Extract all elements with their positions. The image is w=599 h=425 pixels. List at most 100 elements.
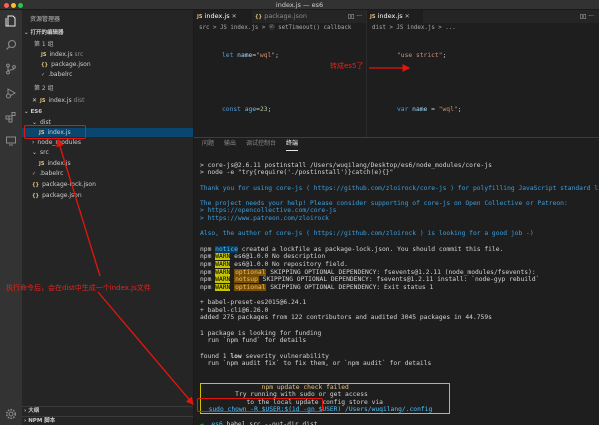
open-editor-item[interactable]: {} package.json xyxy=(22,60,193,69)
annotation-command-text: 执行命令后，会在dist中生成一个index.js文件 xyxy=(6,284,151,292)
tab-dist-index-js[interactable]: JS index.js ✕ xyxy=(367,10,423,23)
close-icon[interactable]: ✕ xyxy=(405,13,410,20)
outline-section[interactable]: › 大纲 xyxy=(22,406,193,415)
file-name: package.json xyxy=(51,61,91,68)
annotation-box-command xyxy=(197,398,323,412)
tab-problems[interactable]: 问题 xyxy=(202,138,214,150)
terminal-line: run `npm fund` for details xyxy=(200,337,307,345)
chevron-right-icon: › xyxy=(24,408,27,414)
breadcrumb[interactable]: dist > JS index.js > ... xyxy=(367,23,599,33)
terminal-line: + babel-cli@6.26.0 xyxy=(200,306,269,314)
editor-tabs: JS index.js ✕ {} package.json ▯▯ ··· xyxy=(194,10,366,23)
file-name: index.js xyxy=(48,97,72,104)
terminal-line: Also, the author of core-js ( https://gi… xyxy=(200,230,534,238)
terminal-output[interactable]: > core-js@2.6.11 postinstall /Users/wuqi… xyxy=(200,154,599,425)
search-icon[interactable] xyxy=(4,38,18,52)
activity-bar xyxy=(0,10,22,425)
split-editor-icon[interactable]: ▯▯ ··· xyxy=(580,13,594,20)
json-file-icon: {} xyxy=(41,62,49,68)
code-line: const age=23; xyxy=(222,106,272,113)
tab-package-json[interactable]: {} package.json xyxy=(252,10,318,23)
extensions-icon[interactable] xyxy=(4,110,18,124)
babel-file-icon: ✓ xyxy=(32,171,37,177)
file-name: package-lock.json xyxy=(42,181,96,188)
editor-group-label: 第 2 组 xyxy=(34,85,54,92)
open-editors-label: 打开的编辑器 xyxy=(30,30,64,36)
tree-file[interactable]: {} package-lock.json xyxy=(22,180,193,189)
terminal-line: → es6 babel src --out-dir dist xyxy=(200,421,318,425)
file-name: .babelrc xyxy=(39,170,64,177)
terminal-line: added 275 packages from 122 contributors… xyxy=(200,314,492,322)
terminal-line: run `npm audit fix` to fix them, or `npm… xyxy=(200,360,432,368)
chevron-down-icon: ⌄ xyxy=(24,30,29,36)
window-title: index.js — es6 xyxy=(275,1,324,9)
terminal-line: + babel-preset-es2015@6.24.1 xyxy=(200,299,307,307)
run-debug-icon[interactable] xyxy=(4,86,18,100)
tree-file[interactable]: JS index.js xyxy=(22,159,193,168)
folder-name: node_modules xyxy=(37,139,81,146)
json-file-icon: {} xyxy=(32,193,40,199)
tree-folder[interactable]: › node_modules xyxy=(22,138,193,147)
tab-output[interactable]: 输出 xyxy=(224,138,236,150)
tab-label: index.js xyxy=(204,12,230,20)
code-line: var name = "wql"; xyxy=(397,106,462,113)
panel-tabs: 问题 输出 调试控制台 终端 xyxy=(194,138,599,151)
close-icon[interactable]: ✕ xyxy=(32,97,37,104)
terminal-line: > core-js@2.6.11 postinstall /Users/wuqi… xyxy=(200,161,492,169)
tab-debug-console[interactable]: 调试控制台 xyxy=(246,138,276,150)
explorer-sidebar: 资源管理器 ⌄ 打开的编辑器 第 1 组 JS index.js src {} pa… xyxy=(22,10,194,425)
open-editor-item[interactable]: ✕ JS index.js dist xyxy=(22,96,193,105)
tree-file[interactable]: {} package.json xyxy=(22,191,193,200)
terminal-line: npm update check failed xyxy=(200,383,450,391)
editor-right: JS index.js ✕ ▯▯ ··· dist > JS index.js … xyxy=(366,10,599,302)
tree-folder[interactable]: ⌄ src xyxy=(22,148,193,157)
npm-scripts-section[interactable]: › NPM 脚本 xyxy=(22,416,193,425)
close-icon[interactable]: ✕ xyxy=(232,13,237,20)
split-editor-icon[interactable]: ▯▯ ··· xyxy=(348,13,362,20)
chevron-right-icon: › xyxy=(32,139,35,146)
tab-terminal[interactable]: 终端 xyxy=(286,138,299,151)
breadcrumb[interactable]: src > JS index.js > ⓜ setTimeout() callb… xyxy=(194,23,366,33)
annotation-box-dist-file xyxy=(24,125,86,139)
files-icon[interactable] xyxy=(4,14,18,28)
editor-group-label: 第 1 组 xyxy=(34,41,54,48)
file-name: index.js xyxy=(47,160,71,167)
outline-label: 大纲 xyxy=(28,408,40,414)
terminal-line: npm WARN optional SKIPPING OPTIONAL DEPE… xyxy=(200,283,434,291)
json-file-icon: {} xyxy=(255,14,263,20)
title-bar: index.js — es6 xyxy=(0,0,599,10)
chevron-right-icon: › xyxy=(24,418,27,424)
file-folder: dist xyxy=(73,97,85,104)
settings-icon[interactable] xyxy=(4,407,18,421)
project-name: ES6 xyxy=(30,109,43,115)
json-file-icon: {} xyxy=(32,182,40,188)
open-editor-item[interactable]: JS index.js src xyxy=(22,50,193,59)
js-file-icon: JS xyxy=(40,98,46,104)
open-editor-item[interactable]: ✓ .babelrc xyxy=(22,70,193,79)
source-control-icon[interactable] xyxy=(4,62,18,76)
editor-left: JS index.js ✕ {} package.json ▯▯ ··· src… xyxy=(194,10,366,248)
terminal-line: npm WARN notsup SKIPPING OPTIONAL DEPEND… xyxy=(200,276,540,284)
code-line: let name="wql"; xyxy=(222,52,279,59)
file-name: .babelrc xyxy=(48,71,73,78)
code-line: "use strict"; xyxy=(397,52,447,59)
folder-name: src xyxy=(40,149,49,156)
tree-file[interactable]: ✓ .babelrc xyxy=(22,169,193,178)
remote-icon[interactable] xyxy=(4,134,18,148)
babel-file-icon: ✓ xyxy=(41,72,46,78)
project-section[interactable]: ⌄ ES6 xyxy=(22,108,193,117)
tab-index-js[interactable]: JS index.js ✕ xyxy=(194,10,252,23)
js-file-icon: JS xyxy=(197,14,203,20)
chevron-down-icon: ⌄ xyxy=(24,109,29,115)
open-editors-section[interactable]: ⌄ 打开的编辑器 xyxy=(22,29,193,38)
